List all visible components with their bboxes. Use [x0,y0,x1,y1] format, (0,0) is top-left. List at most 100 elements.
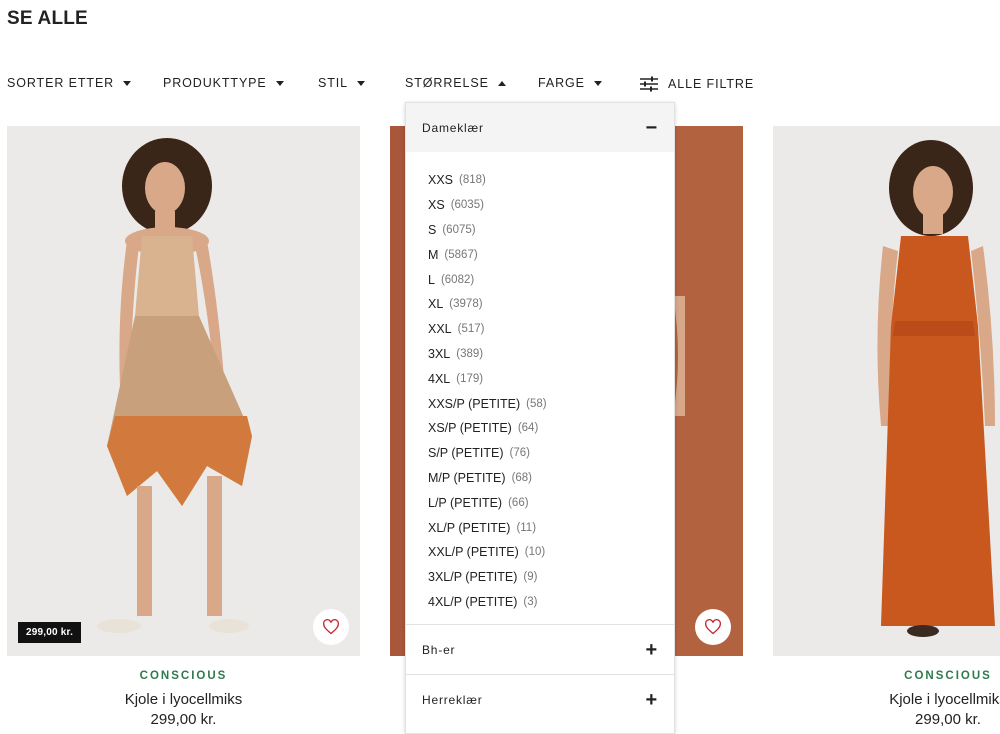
size-option-count: (6035) [450,199,484,212]
section-bras[interactable]: Bh-er + [406,625,674,674]
size-option[interactable]: 4XL/P (PETITE) (3) [428,590,674,615]
product-card[interactable] [773,126,1000,656]
size-option-count: (9) [523,571,538,584]
section-men-label: Herreklær [422,692,483,707]
size-option-label: XXL [428,322,452,337]
size-option-label: XXS/P (PETITE) [428,396,521,411]
product-card[interactable]: 299,00 kr. [7,126,360,656]
all-filters-button[interactable]: ALLE FILTRE [640,76,754,92]
size-option-count: (5867) [444,248,478,261]
size-option[interactable]: M (5867) [428,242,674,267]
color-filter[interactable]: FARGE [538,76,602,90]
size-option-label: XL/P (PETITE) [428,520,511,535]
conscious-tag: CONSCIOUS [904,670,992,682]
minus-icon: − [645,116,658,139]
page-title: SE ALLE [7,8,88,29]
size-option-count: (6075) [442,223,476,236]
size-option[interactable]: XS/P (PETITE) (64) [428,416,674,441]
size-option[interactable]: XL (3978) [428,292,674,317]
favorite-button[interactable] [695,609,731,645]
product-name[interactable]: Kjole i lyocellmiks [773,691,1000,708]
size-option-label: XXL/P (PETITE) [428,545,519,560]
size-option[interactable]: L (6082) [428,267,674,292]
size-option-label: L [428,272,435,287]
size-option-count: (517) [457,323,485,336]
chevron-down-icon [357,80,365,86]
size-option-count: (10) [524,546,546,559]
product-info: CONSCIOUS Kjole i lyocellmiks 299,00 kr. [7,670,360,728]
product-type-filter[interactable]: PRODUKTTYPE [163,76,284,90]
product-image [773,126,1000,656]
filter-bar: SORTER ETTER PRODUKTTYPE STIL STØRRELSE … [0,76,1000,96]
size-list: XXS (818) XS (6035) S (6075) M (5867) L (6082) XL (… [406,152,674,624]
heart-icon [323,619,339,635]
size-option-count: (76) [509,447,530,460]
sliders-icon [640,76,658,92]
size-option-count: (818) [459,174,486,187]
size-option-count: (389) [456,347,484,360]
size-option[interactable]: 3XL/P (PETITE) (9) [428,565,674,590]
product-info: CONSCIOUS Kjole i lyocellmiks 299,00 kr. [773,670,1000,728]
size-option-count: (3) [523,595,538,608]
size-option[interactable]: 4XL (179) [428,366,674,391]
chevron-down-icon [593,80,602,86]
size-dropdown: Dameklær − XXS (818) XS (6035) S (6075) M (5867… [405,102,675,734]
size-option-label: 3XL/P (PETITE) [428,570,518,585]
price-badge: 299,00 kr. [18,622,82,643]
style-filter-label: STIL [318,76,348,90]
size-option-count: (3978) [449,298,483,311]
size-option[interactable]: XXS/P (PETITE) (58) [428,391,674,416]
size-option[interactable]: XL/P (PETITE) (11) [428,515,674,540]
product-name[interactable]: Kjole i lyocellmiks [7,691,360,708]
plus-icon: + [645,688,658,711]
chevron-down-icon [275,80,284,86]
heart-icon [705,619,721,635]
size-option-count: (68) [511,471,533,484]
section-women-label: Dameklær [422,120,484,135]
size-option-label: M [428,247,439,262]
product-type-filter-label: PRODUKTTYPE [163,76,267,90]
section-bras-label: Bh-er [422,642,456,657]
size-option[interactable]: S (6075) [428,218,674,243]
size-option-count: (11) [516,521,537,534]
size-option-label: XS [428,198,445,213]
sort-filter-label: SORTER ETTER [7,76,115,90]
size-option-label: 4XL/P (PETITE) [428,594,518,609]
size-option-label: XS/P (PETITE) [428,421,512,436]
chevron-down-icon [123,80,132,86]
size-option[interactable]: XXL (517) [428,317,674,342]
conscious-tag: CONSCIOUS [139,670,228,682]
size-option-count: (66) [508,496,529,509]
all-filters-label: ALLE FILTRE [668,77,755,91]
size-option-count: (58) [526,397,547,410]
color-filter-label: FARGE [538,76,585,90]
size-option-label: S [428,222,437,237]
size-filter[interactable]: STØRRELSE [405,76,506,90]
size-option-count: (6082) [440,273,475,286]
size-option[interactable]: 3XL (389) [428,342,674,367]
style-filter[interactable]: STIL [318,76,365,90]
section-women[interactable]: Dameklær − [406,103,674,152]
size-option-label: S/P (PETITE) [428,446,504,461]
size-option-label: XXS [428,173,454,188]
size-option[interactable]: S/P (PETITE) (76) [428,441,674,466]
size-option-label: 4XL [428,371,451,386]
plus-icon: + [645,638,658,661]
size-option-count: (179) [456,372,484,385]
chevron-up-icon [497,80,506,86]
sort-filter[interactable]: SORTER ETTER [7,76,132,90]
favorite-button[interactable] [313,609,349,645]
size-option[interactable]: XXL/P (PETITE) (10) [428,540,674,565]
size-option-label: L/P (PETITE) [428,495,503,510]
size-option[interactable]: XS (6035) [428,193,674,218]
size-option[interactable]: M/P (PETITE) (68) [428,466,674,491]
size-filter-label: STØRRELSE [405,76,489,90]
size-option[interactable]: XXS (818) [428,168,674,193]
size-option-label: M/P (PETITE) [428,470,506,485]
product-image [7,126,360,656]
size-option-count: (64) [517,422,539,435]
section-men[interactable]: Herreklær + [406,675,674,724]
size-option-label: 3XL [428,346,451,361]
size-option-label: XL [428,297,444,312]
size-option[interactable]: L/P (PETITE) (66) [428,490,674,515]
